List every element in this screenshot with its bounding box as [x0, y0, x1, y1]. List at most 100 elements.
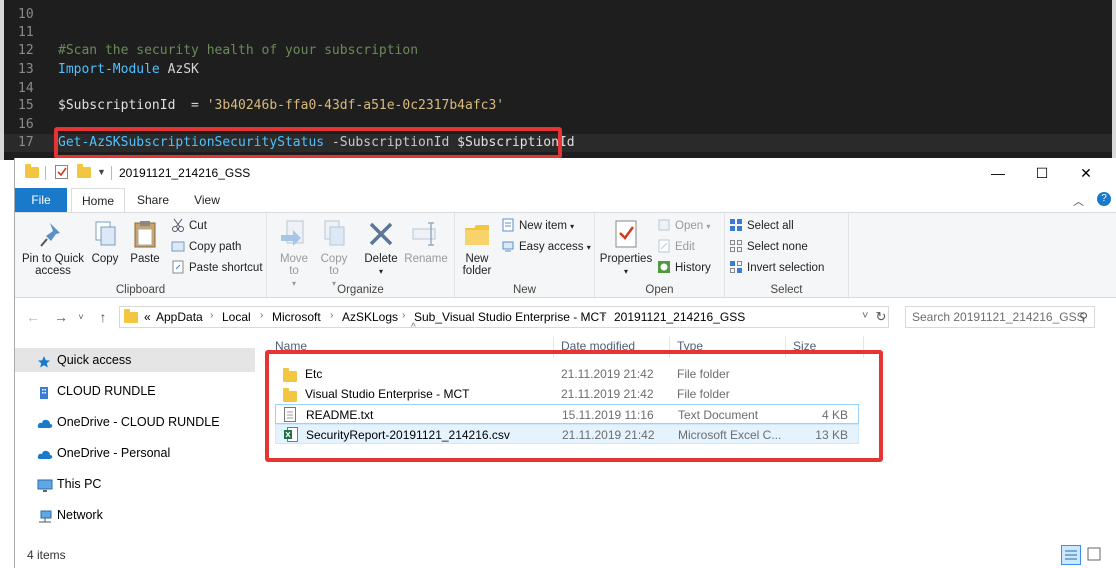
line-number: 10 — [18, 7, 34, 22]
organize-group-label: Organize — [337, 284, 384, 296]
properties-check-icon[interactable] — [55, 165, 69, 183]
line-number: 13 — [18, 62, 34, 77]
recent-locations-button[interactable]: ˅ — [71, 307, 91, 327]
help-icon[interactable]: ? — [1097, 192, 1111, 206]
tab-file[interactable]: File — [15, 188, 67, 212]
sidebar-item-network[interactable]: Network — [15, 503, 255, 527]
search-input[interactable]: Search 20191121_214216_GSS ⚲ — [905, 306, 1095, 328]
pin-label: Pin to Quick access — [22, 253, 84, 277]
customize-qat-icon[interactable]: ▼ — [97, 167, 106, 177]
rename-button[interactable]: Rename — [403, 219, 449, 265]
tab-share[interactable]: Share — [131, 188, 175, 212]
tab-home[interactable]: Home — [71, 188, 125, 212]
copy-path-button[interactable]: Copy path — [171, 238, 241, 256]
open-label: Open — [675, 220, 704, 232]
sidebar-item-onedrive-personal[interactable]: OneDrive - Personal — [15, 441, 255, 465]
collapse-ribbon-icon[interactable]: ︿ — [1073, 193, 1084, 209]
line-number: 17 — [18, 135, 34, 150]
breadcrumb-current-folder[interactable]: 20191121_214216_GSS — [614, 310, 745, 324]
select-all-button[interactable]: Select all — [729, 217, 794, 235]
sidebar-item-this-pc[interactable]: This PC — [15, 472, 255, 496]
delete-x-icon — [366, 219, 396, 249]
code-editor[interactable]: 10 11 12 #Scan the security health of you… — [0, 0, 1116, 160]
separator — [45, 166, 46, 180]
new-item-button[interactable]: New item ▾ — [501, 217, 574, 235]
move-to-icon — [279, 219, 309, 249]
window-title: 20191121_214216_GSS — [119, 166, 251, 180]
select-all-icon — [729, 218, 743, 232]
copy-to-label: Copy to — [320, 253, 348, 277]
ribbon: Pin to Quick access Copy Paste Cut Copy … — [15, 212, 1116, 299]
close-button[interactable]: ✕ — [1063, 158, 1109, 188]
sidebar-item-quick-access[interactable]: Quick access — [15, 348, 255, 372]
line-number: 15 — [18, 98, 34, 113]
delete-button[interactable]: Delete ▾ — [361, 219, 401, 278]
pin-icon — [38, 219, 68, 249]
invert-selection-button[interactable]: Invert selection — [729, 259, 824, 277]
cut-button[interactable]: Cut — [171, 217, 207, 235]
paste-shortcut-icon — [171, 260, 185, 274]
code-string: '3b40246b-ffa0-43df-a51e-0c2317b4afc3' — [206, 98, 505, 113]
tab-view[interactable]: View — [185, 188, 229, 212]
breadcrumb-appdata[interactable]: AppData — [156, 310, 203, 324]
new-folder-icon[interactable] — [77, 164, 91, 178]
pin-to-quick-access-button[interactable]: Pin to Quick access — [19, 219, 87, 277]
cloud-icon — [37, 446, 53, 460]
forward-button[interactable]: → — [51, 307, 71, 327]
breadcrumb-separator-icon[interactable]: › — [330, 310, 333, 321]
sidebar-item-onedrive-cloud-rundle[interactable]: OneDrive - CLOUD RUNDLE — [15, 410, 255, 434]
breadcrumb-azsklogs[interactable]: AzSKLogs — [342, 310, 398, 324]
paste-shortcut-button[interactable]: Paste shortcut — [171, 259, 263, 277]
paste-label: Paste — [130, 253, 160, 265]
separator — [111, 166, 112, 180]
copy-to-button[interactable]: Copy to ▾ — [317, 219, 351, 290]
minimize-button[interactable]: — — [975, 158, 1021, 188]
network-icon — [37, 508, 52, 523]
large-icons-view-button[interactable] — [1085, 545, 1105, 565]
edit-button[interactable]: Edit — [657, 238, 695, 256]
code-line: 13 Import-Module AzSK — [4, 61, 1112, 79]
invert-selection-label: Invert selection — [747, 262, 825, 274]
history-icon — [657, 260, 671, 274]
properties-button[interactable]: Properties ▾ — [599, 219, 653, 278]
address-dropdown-icon[interactable]: ˅ — [862, 310, 868, 322]
navigation-pane: Quick access CLOUD RUNDLE OneDrive - CLO… — [15, 344, 257, 544]
breadcrumb-separator-icon[interactable]: › — [260, 310, 263, 321]
breadcrumb-separator-icon[interactable]: › — [402, 310, 405, 321]
sidebar-item-label: Quick access — [57, 353, 132, 367]
breadcrumb-separator-icon[interactable]: › — [210, 310, 213, 321]
dropdown-arrow-icon: ▾ — [570, 222, 575, 231]
clipboard-group-label: Clipboard — [115, 284, 166, 296]
history-button[interactable]: History — [657, 259, 711, 277]
breadcrumb-overflow[interactable]: « — [144, 310, 151, 324]
select-none-icon — [729, 239, 743, 253]
open-button[interactable]: Open ▾ — [657, 217, 710, 235]
refresh-icon[interactable]: ↻ — [871, 307, 891, 327]
breadcrumb-sub-visual-studio[interactable]: Sub_Visual Studio Enterprise - MCT — [414, 310, 607, 324]
select-none-button[interactable]: Select none — [729, 238, 808, 256]
large-icons-view-icon — [1087, 547, 1101, 561]
copy-button[interactable]: Copy — [89, 219, 121, 265]
sidebar-item-label: CLOUD RUNDLE — [57, 384, 156, 398]
select-group: Select all Select none Invert selection … — [725, 213, 849, 299]
move-to-button[interactable]: Move to ▾ — [277, 219, 311, 290]
easy-access-button[interactable]: Easy access ▾ — [501, 238, 591, 256]
address-bar[interactable]: « AppData › Local › Microsoft › AzSKLogs… — [119, 306, 889, 328]
paste-button[interactable]: Paste — [127, 219, 163, 265]
up-button[interactable]: ↑ — [93, 307, 113, 327]
new-folder-button[interactable]: New folder — [459, 219, 495, 277]
maximize-button[interactable]: ☐ — [1019, 158, 1065, 188]
copy-icon — [90, 219, 120, 249]
breadcrumb-local[interactable]: Local — [222, 310, 251, 324]
sidebar-item-label: Network — [57, 508, 103, 522]
search-placeholder: Search 20191121_214216_GSS — [912, 310, 1085, 324]
details-view-button[interactable] — [1061, 545, 1081, 565]
breadcrumb-separator-icon[interactable]: › — [602, 310, 605, 321]
copy-path-label: Copy path — [189, 241, 242, 253]
rename-label: Rename — [404, 253, 448, 265]
sidebar-item-cloud-rundle[interactable]: CLOUD RUNDLE — [15, 379, 255, 403]
code-line: 10 — [4, 6, 1112, 24]
back-button[interactable]: ← — [23, 307, 43, 327]
breadcrumb-microsoft[interactable]: Microsoft — [272, 310, 321, 324]
monitor-icon — [37, 477, 53, 492]
